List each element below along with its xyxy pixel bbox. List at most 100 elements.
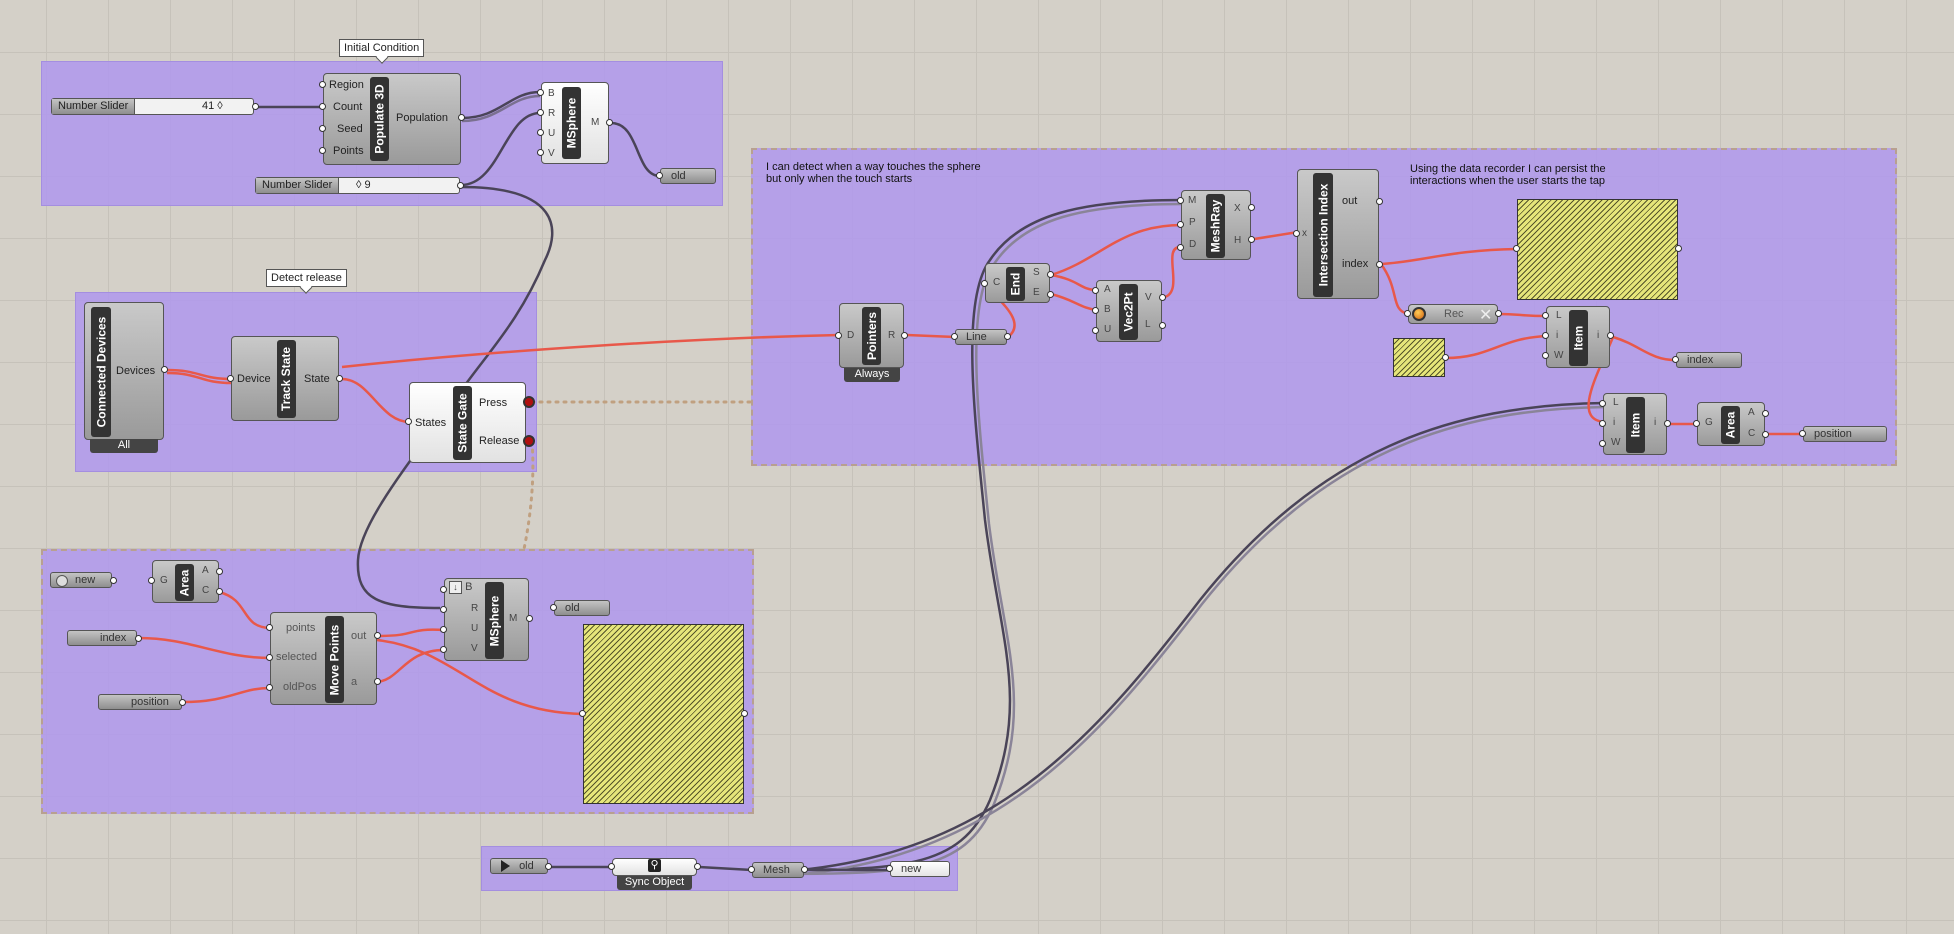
port-new-left-out[interactable] xyxy=(110,577,117,584)
port-old-sync-out[interactable] xyxy=(545,863,552,870)
port-item1-out[interactable] xyxy=(1607,332,1614,339)
port-panel-bottom-in[interactable] xyxy=(579,710,586,717)
port-item1-l[interactable] xyxy=(1542,312,1549,319)
port-item2-l[interactable] xyxy=(1599,400,1606,407)
param-position-right[interactable]: position xyxy=(1803,426,1887,442)
port-mp-a[interactable] xyxy=(374,678,381,685)
yellow-panel-bottom[interactable] xyxy=(583,624,744,804)
connected-devices-component[interactable]: Connected Devices Devices xyxy=(84,302,164,440)
port-intx-in[interactable] xyxy=(1293,230,1300,237)
param-position-left[interactable]: position xyxy=(98,694,182,710)
port-rec-out[interactable] xyxy=(1495,310,1502,317)
port-area-right-a[interactable] xyxy=(1762,410,1769,417)
port-pointers-d[interactable] xyxy=(835,332,842,339)
port-item2-w[interactable] xyxy=(1599,440,1606,447)
port-sync-in[interactable] xyxy=(608,863,615,870)
param-line[interactable]: Line xyxy=(955,329,1007,345)
port-swatch-out[interactable] xyxy=(1442,354,1449,361)
port-item2-i[interactable] xyxy=(1599,420,1606,427)
port-intx-index[interactable] xyxy=(1376,261,1383,268)
clear-icon[interactable]: ✕ xyxy=(1479,305,1492,325)
port-seed[interactable] xyxy=(319,125,326,132)
area-right-component[interactable]: G Area A C xyxy=(1697,402,1765,446)
port-population[interactable] xyxy=(458,114,465,121)
port-mp-out[interactable] xyxy=(374,632,381,639)
pointers-component[interactable]: D Pointers R xyxy=(839,303,904,368)
port-panel-top-out[interactable] xyxy=(1675,245,1682,252)
port-item1-w[interactable] xyxy=(1542,352,1549,359)
port-meshray-p[interactable] xyxy=(1177,221,1184,228)
meshray-component[interactable]: M P D MeshRay X H xyxy=(1181,190,1251,260)
port-meshray-d[interactable] xyxy=(1177,244,1184,251)
port-end-s[interactable] xyxy=(1047,271,1054,278)
intersection-index-component[interactable]: x Intersection Index out index xyxy=(1297,169,1379,299)
port-vec-b[interactable] xyxy=(1092,307,1099,314)
port-mesh-out[interactable] xyxy=(801,866,808,873)
port-mp-oldpos[interactable] xyxy=(266,684,273,691)
port-devices[interactable] xyxy=(161,366,168,373)
port-position-left-out[interactable] xyxy=(179,699,186,706)
port-ms2-m[interactable] xyxy=(526,615,533,622)
param-new-left[interactable]: new xyxy=(50,572,112,588)
port-line-in[interactable] xyxy=(951,333,958,340)
param-new-sync[interactable]: new xyxy=(890,861,950,877)
port-panel-bottom-out[interactable] xyxy=(741,710,748,717)
port-count[interactable] xyxy=(319,103,326,110)
port-vec-l[interactable] xyxy=(1159,322,1166,329)
port-vec-a[interactable] xyxy=(1092,287,1099,294)
port-ms2-r[interactable] xyxy=(440,606,447,613)
play-icon[interactable] xyxy=(501,860,510,873)
port-state[interactable] xyxy=(336,375,343,382)
port-meshray-m[interactable] xyxy=(1177,197,1184,204)
port-slider-count-out[interactable] xyxy=(252,103,259,110)
port-pointers-r[interactable] xyxy=(901,332,908,339)
param-index-left[interactable]: index xyxy=(67,630,137,646)
port-area-left-a[interactable] xyxy=(216,568,223,575)
port-area-left-g[interactable] xyxy=(148,577,155,584)
port-m[interactable] xyxy=(606,119,613,126)
port-area-right-c[interactable] xyxy=(1762,431,1769,438)
param-index-right[interactable]: index xyxy=(1676,352,1742,368)
populate3d-component[interactable]: Region Count Seed Points Populate 3D Pop… xyxy=(323,73,461,165)
param-old-sync[interactable]: old xyxy=(490,858,548,874)
port-release[interactable] xyxy=(523,435,535,447)
port-meshray-h[interactable] xyxy=(1248,236,1255,243)
port-points[interactable] xyxy=(319,147,326,154)
sync-object-component[interactable]: ⚲ xyxy=(612,858,697,876)
track-state-component[interactable]: Device Track State State xyxy=(231,336,339,421)
port-line-out[interactable] xyxy=(1004,333,1011,340)
msphere-bottom-component[interactable]: ↓ B R U V MSphere M xyxy=(444,578,529,661)
slider-value[interactable]: 41 ◊ xyxy=(202,99,223,114)
number-slider-radius[interactable]: Number Slider ◊ 9 xyxy=(255,177,460,194)
move-points-component[interactable]: points selected oldPos Move Points out a xyxy=(270,612,377,705)
slider-value[interactable]: ◊ 9 xyxy=(356,178,371,193)
port-states[interactable] xyxy=(405,418,412,425)
number-slider-count[interactable]: Number Slider 41 ◊ xyxy=(51,98,254,115)
port-u[interactable] xyxy=(537,129,544,136)
port-vec-v[interactable] xyxy=(1159,294,1166,301)
port-intx-out[interactable] xyxy=(1376,198,1383,205)
vec2pt-component[interactable]: A B U Vec2Pt V L xyxy=(1096,280,1162,342)
port-old-in[interactable] xyxy=(656,172,663,179)
port-sync-out[interactable] xyxy=(694,863,701,870)
port-area-left-c[interactable] xyxy=(216,588,223,595)
port-mp-points[interactable] xyxy=(266,624,273,631)
port-vec-u[interactable] xyxy=(1092,327,1099,334)
port-item1-i[interactable] xyxy=(1542,332,1549,339)
port-meshray-x[interactable] xyxy=(1248,204,1255,211)
item-list-component-1[interactable]: L i W Item i xyxy=(1546,306,1610,368)
port-index-left-out[interactable] xyxy=(135,635,142,642)
collapse-icon[interactable]: ↓ xyxy=(449,581,462,594)
port-old-mid-in[interactable] xyxy=(550,604,557,611)
area-left-component[interactable]: G Area A C xyxy=(152,560,219,603)
port-slider-radius-out[interactable] xyxy=(457,182,464,189)
port-position-right-in[interactable] xyxy=(1799,430,1806,437)
port-ms2-v[interactable] xyxy=(440,646,447,653)
yellow-panel-top[interactable] xyxy=(1517,199,1678,300)
port-ms2-u[interactable] xyxy=(440,626,447,633)
param-old-mid[interactable]: old xyxy=(554,600,610,616)
yellow-swatch-small[interactable] xyxy=(1393,338,1445,377)
data-recorder-component[interactable]: Rec ✕ xyxy=(1408,304,1498,324)
port-end-e[interactable] xyxy=(1047,291,1054,298)
msphere-top-component[interactable]: B R U V MSphere M xyxy=(541,82,609,164)
